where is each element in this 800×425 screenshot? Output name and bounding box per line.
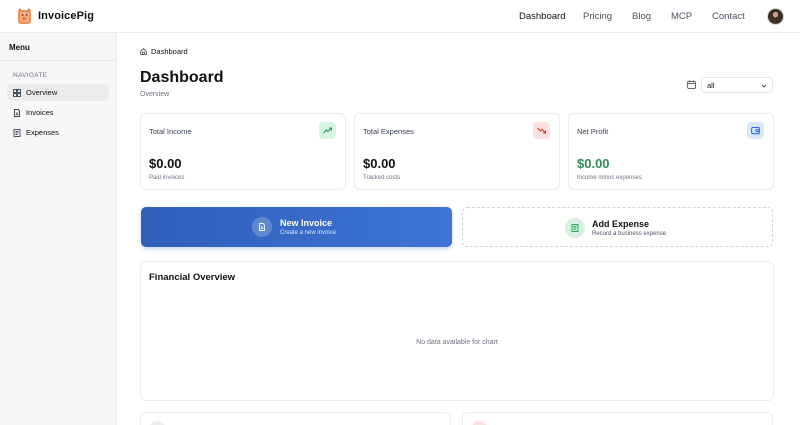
action-subtitle: Record a business expense [592, 231, 667, 237]
receipt-icon [565, 218, 585, 238]
stat-label: Total Expenses [363, 127, 414, 136]
period-select[interactable]: all [701, 77, 773, 93]
top-navbar: InvoicePig Dashboard Pricing Blog MCP Co… [0, 0, 800, 33]
sidebar-divider [0, 60, 116, 61]
nav-blog[interactable]: Blog [632, 11, 651, 22]
wallet-icon [747, 122, 764, 139]
sidebar-title: Menu [9, 43, 30, 52]
stat-note: Tracked costs [363, 175, 401, 181]
sidebar-item-invoices[interactable]: Invoices [7, 104, 109, 121]
chart-empty-state: No data available for chart [416, 339, 498, 346]
stat-label: Net Profit [577, 127, 609, 136]
document-icon [252, 217, 272, 237]
card-icon [471, 421, 488, 425]
stat-value: $0.00 [363, 156, 396, 171]
financial-overview-title: Financial Overview [149, 272, 236, 283]
grid-icon [13, 88, 21, 97]
file-icon [14, 108, 20, 117]
nav-dashboard[interactable]: Dashboard [519, 11, 565, 22]
receipt-icon [13, 128, 21, 137]
user-avatar[interactable] [767, 8, 784, 25]
page-subtitle: Overview [140, 91, 170, 98]
stat-value: $0.00 [149, 156, 182, 171]
stat-note: Paid invoices [149, 175, 185, 181]
stat-note: Income minus expenses [577, 175, 642, 181]
card-icon [149, 421, 166, 425]
breadcrumb-label: Dashboard [151, 47, 188, 56]
sidebar-item-overview[interactable]: Overview [7, 84, 109, 101]
financial-overview-card: Financial Overview No data available for… [140, 261, 774, 401]
stat-card-total-income: Total Income $0.00 Paid invoices [140, 113, 346, 190]
main-nav: Dashboard Pricing Blog MCP Contact [0, 0, 800, 33]
stat-label: Total Income [149, 127, 192, 136]
sidebar-item-label: Overview [26, 88, 58, 97]
new-invoice-button[interactable]: New Invoice Create a new invoice [141, 207, 452, 247]
action-title: New Invoice [280, 218, 333, 228]
add-expense-button[interactable]: Add Expense Record a business expense [462, 207, 773, 247]
calendar-icon [687, 80, 696, 89]
sidebar-item-expenses[interactable]: Expenses [7, 124, 109, 141]
breadcrumb[interactable]: Dashboard [140, 47, 188, 56]
action-title: Add Expense [592, 219, 650, 229]
sidebar: Menu NAVIGATE Overview Invoices Expenses [0, 33, 117, 425]
action-subtitle: Create a new invoice [280, 230, 337, 236]
chevron-down-icon [761, 84, 767, 88]
period-select-value: all [707, 80, 715, 90]
bottom-card-right [462, 412, 773, 425]
stat-card-net-profit: Net Profit $0.00 Income minus expenses [568, 113, 774, 190]
page-title: Dashboard [140, 69, 224, 86]
home-icon [140, 48, 147, 55]
sidebar-item-label: Invoices [26, 108, 54, 117]
nav-contact[interactable]: Contact [712, 11, 745, 22]
trending-up-icon [319, 122, 336, 139]
nav-mcp[interactable]: MCP [671, 11, 692, 22]
bottom-card-left [140, 412, 451, 425]
stat-value: $0.00 [577, 156, 610, 171]
sidebar-item-label: Expenses [26, 128, 59, 137]
sidebar-group-label: NAVIGATE [13, 72, 48, 79]
trending-down-icon [533, 122, 550, 139]
stat-card-total-expenses: Total Expenses $0.00 Tracked costs [354, 113, 560, 190]
nav-pricing[interactable]: Pricing [583, 11, 612, 22]
